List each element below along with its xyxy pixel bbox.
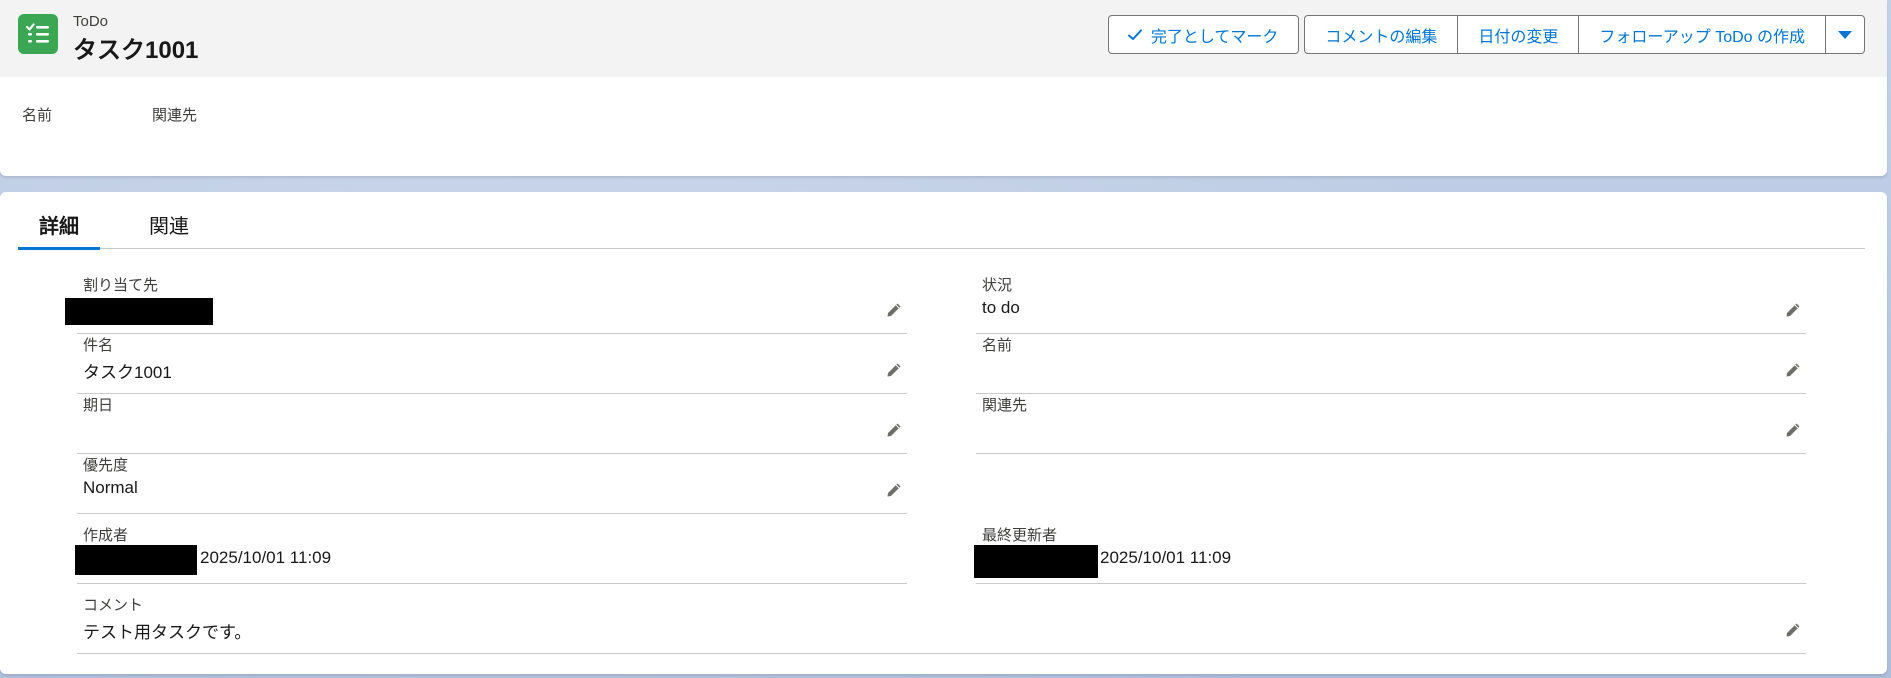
field-value: タスク1001 [83, 363, 172, 382]
edit-pencil-icon[interactable] [885, 301, 903, 319]
chevron-down-icon [1838, 30, 1852, 39]
field-status: 状況 to do [976, 274, 1806, 334]
field-label: 優先度 [83, 457, 129, 474]
edit-pencil-icon[interactable] [885, 481, 903, 499]
mark-complete-button[interactable]: 完了としてマーク [1107, 15, 1300, 54]
field-due-date: 期日 [77, 394, 907, 454]
task-list-icon [18, 14, 58, 54]
field-label: 期日 [83, 397, 114, 414]
field-value: to do [982, 298, 1020, 317]
edit-pencil-icon[interactable] [1784, 621, 1802, 639]
highlight-fields: 名前 関連先 [22, 104, 197, 125]
field-label: 最終更新者 [982, 527, 1058, 544]
record-type-label: ToDo [73, 13, 109, 30]
redacted-user [65, 298, 213, 325]
mark-complete-label: 完了としてマーク [1150, 28, 1279, 46]
field-related-to: 関連先 [976, 394, 1806, 454]
field-assigned-to: 割り当て先 [65, 274, 907, 334]
highlight-field-related-to: 関連先 [152, 107, 198, 124]
edit-pencil-icon[interactable] [885, 361, 903, 379]
field-label: 作成者 [83, 527, 129, 544]
record-header: ToDo タスク1001 完了としてマーク コメントの編集 日付の変更 フォロー… [0, 0, 1887, 77]
record-title: タスク1001 [73, 37, 199, 64]
field-priority: 優先度 Normal [77, 454, 907, 514]
field-name: 名前 [976, 334, 1806, 394]
field-value: Normal [83, 478, 138, 497]
tab-details[interactable]: 詳細 [18, 192, 100, 250]
edit-pencil-icon[interactable] [1784, 301, 1802, 319]
field-created-by: 作成者 2025/10/01 11:09 [75, 524, 907, 584]
edit-comment-button[interactable]: コメントの編集 [1304, 15, 1459, 54]
detail-card: 詳細 関連 割り当て先 状況 to do 件名 タスク1001 名前 期日 関連… [0, 192, 1887, 674]
tab-bar: 詳細 関連 [18, 192, 1865, 250]
created-date: 2025/10/01 11:09 [200, 548, 332, 567]
check-icon [1127, 29, 1142, 40]
redacted-user [974, 545, 1098, 578]
edit-pencil-icon[interactable] [885, 421, 903, 439]
last-modified-date: 2025/10/01 11:09 [1100, 548, 1232, 567]
field-last-modified-by: 最終更新者 2025/10/01 11:09 [974, 524, 1806, 584]
field-subject: 件名 タスク1001 [77, 334, 907, 394]
field-label: 件名 [83, 337, 114, 354]
edit-pencil-icon[interactable] [1784, 361, 1802, 379]
edit-pencil-icon[interactable] [1784, 421, 1802, 439]
redacted-user [75, 545, 197, 575]
field-value: テスト用タスクです。 [83, 623, 252, 642]
field-comment: コメント テスト用タスクです。 [77, 594, 1806, 654]
create-followup-button[interactable]: フォローアップ ToDo の作成 [1579, 15, 1826, 54]
field-label: 割り当て先 [83, 277, 159, 294]
action-bar: 完了としてマーク コメントの編集 日付の変更 フォローアップ ToDo の作成 [1107, 15, 1865, 54]
field-label: 関連先 [982, 397, 1028, 414]
highlight-field-name: 名前 [22, 107, 53, 124]
highlights-panel: ToDo タスク1001 完了としてマーク コメントの編集 日付の変更 フォロー… [0, 0, 1887, 176]
field-label: 名前 [982, 337, 1013, 354]
action-button-group: コメントの編集 日付の変更 フォローアップ ToDo の作成 [1304, 15, 1865, 54]
field-label: コメント [83, 597, 144, 614]
more-actions-button[interactable] [1826, 15, 1865, 54]
tab-related[interactable]: 関連 [128, 192, 210, 249]
field-label: 状況 [982, 277, 1013, 294]
change-date-button[interactable]: 日付の変更 [1458, 15, 1580, 54]
